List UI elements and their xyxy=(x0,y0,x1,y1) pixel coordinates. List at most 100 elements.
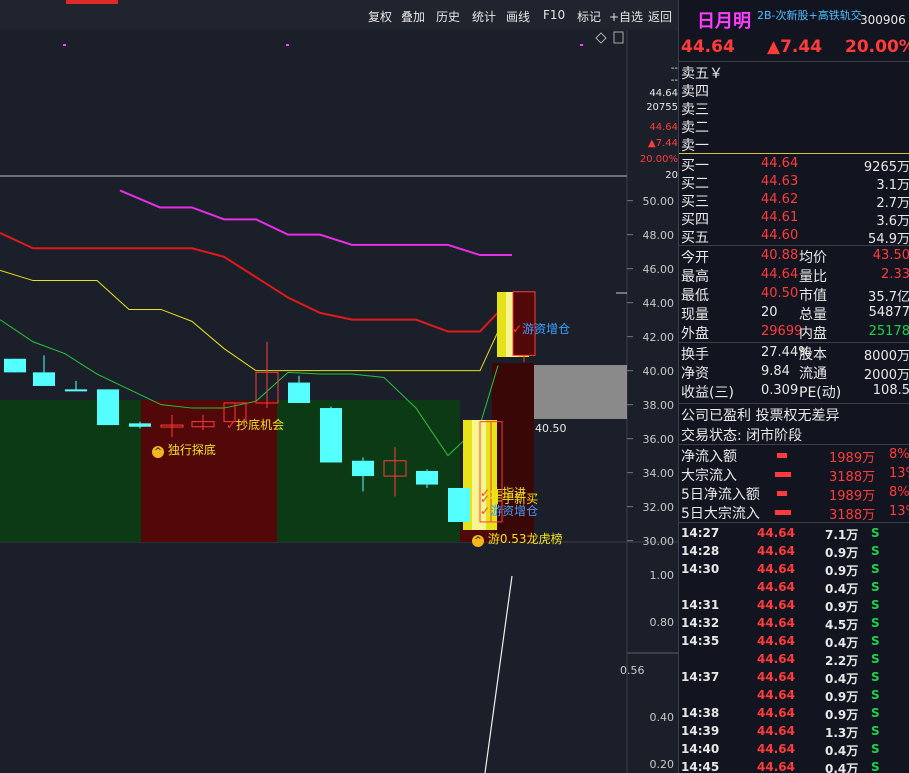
stat-value: 25178 xyxy=(868,324,909,339)
signal-youzi-2: ✓游资增仓 xyxy=(480,502,538,519)
toolbar-overlay-button[interactable]: 叠加 xyxy=(401,8,425,25)
stat-label: PE(动) xyxy=(799,385,842,401)
toolbar-history-button[interactable]: 历史 xyxy=(436,8,460,25)
stat-value: 108.5 xyxy=(872,383,909,398)
tick-volume: 0.4万 xyxy=(825,636,859,650)
tick-volume: 0.9万 xyxy=(825,708,859,722)
toolbar-draw-button[interactable]: 画线 xyxy=(506,8,530,25)
check-icon: ✓ xyxy=(480,504,491,518)
divider xyxy=(679,522,909,523)
stat-value: 54877 xyxy=(868,305,909,320)
tick-time: 14:37 xyxy=(681,670,720,684)
buy-level-label: 买三 xyxy=(681,194,709,210)
signal-longhu-label: 龙虎榜 xyxy=(526,532,563,546)
divider xyxy=(679,403,909,404)
tick-side: S xyxy=(871,724,880,738)
stat-value: 0.309 xyxy=(761,383,799,398)
flow-value: 1989万 xyxy=(829,451,876,466)
stat-value: 29699 xyxy=(761,324,803,339)
signal-chaodi-label: 抄底机会 xyxy=(236,418,285,432)
tick-price: 44.64 xyxy=(757,544,795,558)
info-price-red: 44.64 xyxy=(649,122,678,133)
stock-tags[interactable]: 2B-次新股+高铁轨交 xyxy=(757,7,862,23)
stat-value: 9.84 xyxy=(761,364,790,379)
flow-label: 大宗流入 xyxy=(681,468,737,484)
tick-volume: 0.9万 xyxy=(825,564,859,578)
toolbar-stats-button[interactable]: 统计 xyxy=(472,8,496,25)
divider xyxy=(679,342,909,343)
stat-label: 市值 xyxy=(799,288,827,304)
toolbar-add-favorite-button[interactable]: +自选 xyxy=(609,8,643,25)
buy-level-volume: 3.1万 xyxy=(876,178,909,193)
info-price: 44.64 xyxy=(649,88,678,99)
stat-label: 外盘 xyxy=(681,326,709,342)
tick-price: 44.64 xyxy=(757,706,795,720)
tick-time: 14:32 xyxy=(681,616,720,630)
price-axis-label: 40.00 xyxy=(642,365,675,378)
tick-price: 44.64 xyxy=(757,742,795,756)
buy-level-label: 买二 xyxy=(681,176,709,192)
signal-chaodi: ✓抄底机会 xyxy=(226,416,284,433)
tick-volume: 1.3万 xyxy=(825,726,859,740)
stat-value: 40.88 xyxy=(761,248,799,263)
candle-body xyxy=(288,382,310,403)
flow-bar xyxy=(777,491,787,496)
tick-time: 14:31 xyxy=(681,598,720,612)
tick-side: S xyxy=(871,562,880,576)
toolbar-back-button[interactable]: 返回 xyxy=(648,8,672,25)
stock-name: 日月明 xyxy=(697,11,751,32)
orderbook-divider xyxy=(679,153,909,154)
stock-change: ▲7.44 xyxy=(767,37,823,57)
toolbar-mark-button[interactable]: 标记 xyxy=(577,8,601,25)
stat-label: 换手 xyxy=(681,347,709,363)
candle xyxy=(97,389,119,426)
tick-volume: 0.9万 xyxy=(825,600,859,614)
tick-price: 44.64 xyxy=(757,760,795,773)
toolbar-f10-button[interactable]: F10 xyxy=(543,8,565,22)
tick-price: 44.64 xyxy=(757,616,795,630)
stat-label: 今开 xyxy=(681,250,709,266)
active-tab-indicator xyxy=(66,0,118,4)
signal-dujia: ^ 独行探底 xyxy=(152,441,216,458)
tick-time: 14:45 xyxy=(681,760,720,773)
stat-value: 8000万 xyxy=(863,349,909,364)
sell-level-label: 卖二 xyxy=(681,120,709,136)
flow-pct: 13% xyxy=(889,466,909,481)
price-axis-label: 32.00 xyxy=(642,501,675,514)
tick-side: S xyxy=(871,598,880,612)
stat-value: 20 xyxy=(761,305,778,320)
price-axis-label: 38.00 xyxy=(642,399,675,412)
tick-side: S xyxy=(871,742,880,756)
signal-extra-label: 游0.53 xyxy=(487,532,527,546)
buy-level-price: 44.64 xyxy=(761,156,799,171)
sub-axis-label: 0.80 xyxy=(649,616,675,629)
tick-time: 14:35 xyxy=(681,634,720,648)
price-axis-label: 34.00 xyxy=(642,467,675,480)
price-axis-label: 44.00 xyxy=(642,297,675,310)
flow-value: 3188万 xyxy=(829,470,876,485)
tick-side: S xyxy=(871,652,880,666)
chevron-up-icon: ^ xyxy=(472,535,484,547)
divider xyxy=(679,61,909,62)
price-marker-label: 40.50 xyxy=(535,422,567,435)
tick-price: 44.64 xyxy=(757,670,795,684)
info-dash-2: -- xyxy=(670,75,678,86)
buy-level-volume: 3.6万 xyxy=(876,214,909,229)
buy-level-price: 44.61 xyxy=(761,210,799,225)
stat-value: 2000万 xyxy=(863,368,909,383)
stat-label: 最高 xyxy=(681,269,709,285)
flow-pct: 8% xyxy=(889,447,909,462)
flow-value: 3188万 xyxy=(829,508,876,523)
price-axis-label: 30.00 xyxy=(642,535,675,548)
kline-chart[interactable] xyxy=(0,30,678,773)
tick-side: S xyxy=(871,616,880,630)
toolbar-fuquan-button[interactable]: 复权 xyxy=(368,8,392,25)
candle-body xyxy=(416,470,438,485)
stat-label: 量比 xyxy=(799,269,827,285)
tick-time: 14:30 xyxy=(681,562,720,576)
sub-axis-label: 1.00 xyxy=(649,569,675,582)
tick-price: 44.64 xyxy=(757,598,795,612)
buy-level-label: 买五 xyxy=(681,230,709,246)
stat-label: 内盘 xyxy=(799,326,827,342)
stat-label: 流通 xyxy=(799,366,827,382)
